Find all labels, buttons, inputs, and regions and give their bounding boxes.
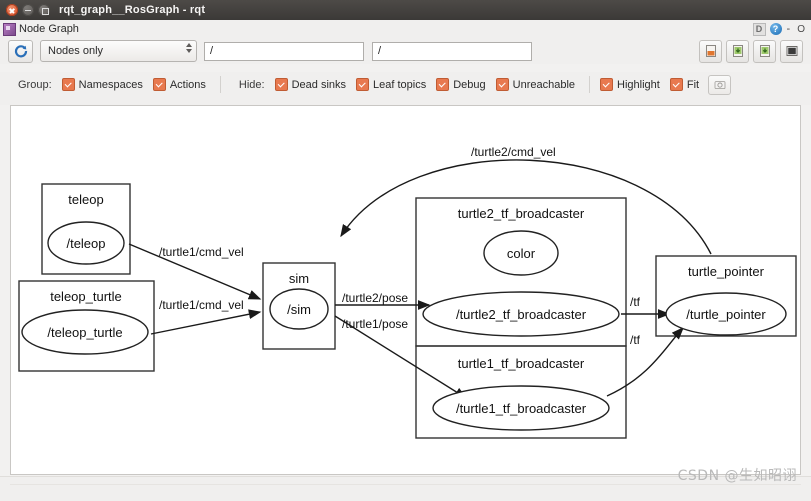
node-teleop-turtle-label: /teleop_turtle: [47, 325, 122, 340]
node-turtle-pointer-label: /turtle_pointer: [686, 307, 766, 322]
node-sim-label: /sim: [287, 302, 311, 317]
window-titlebar: rqt_graph__RosGraph - rqt: [0, 0, 811, 21]
graph-options-bar: Group: Namespaces Actions Hide: Dead sin…: [0, 72, 811, 97]
camera-icon: [714, 81, 726, 90]
edge-label-turtle1-cmd-vel-teleop: /turtle1/cmd_vel: [159, 245, 244, 259]
edge-label-turtle2-pose: /turtle2/pose: [342, 291, 408, 305]
toolbar-spacer: [0, 97, 811, 105]
edge-label-tf-1: /tf: [630, 295, 641, 309]
node-filter-input[interactable]: /: [372, 41, 532, 61]
window-close-button[interactable]: [6, 4, 18, 16]
node-turtle2-tf-broadcaster-label: /turtle2_tf_broadcaster: [456, 307, 587, 322]
check-icon: [600, 78, 614, 91]
cluster-sim-label: sim: [289, 271, 309, 286]
node-graph-panel-header: Node Graph D ? - O: [0, 20, 811, 39]
node-graph-icon: [3, 22, 16, 36]
image-icon: [786, 46, 797, 56]
window-title: rqt_graph__RosGraph - rqt: [59, 4, 206, 16]
panel-minimize-button[interactable]: -: [786, 23, 792, 35]
save-dot-icon: [732, 45, 743, 57]
file-open-icon: [705, 45, 716, 57]
help-icon[interactable]: ?: [769, 23, 782, 35]
checkbox-namespaces[interactable]: Namespaces: [61, 78, 143, 91]
checkbox-namespaces-label: Namespaces: [78, 78, 143, 91]
checkbox-unreachable[interactable]: Unreachable: [495, 78, 576, 91]
edge-turtle1-tf-pointer[interactable]: [606, 326, 684, 397]
checkbox-highlight-label: Highlight: [617, 78, 660, 91]
panel-close-button[interactable]: O: [795, 24, 807, 35]
screenshot-button[interactable]: [708, 74, 732, 95]
cluster-turtle2-tf-broadcaster-label: turtle2_tf_broadcaster: [458, 206, 585, 221]
divider: [589, 76, 591, 93]
checkbox-debug[interactable]: Debug: [436, 78, 486, 91]
save-dot-button[interactable]: [726, 39, 749, 63]
save-image-icon: [759, 45, 770, 57]
check-icon: [274, 78, 288, 91]
check-icon: [436, 78, 450, 91]
panel-header-controls: D ? - O: [752, 22, 807, 36]
checkbox-leaf-topics[interactable]: Leaf topics: [356, 78, 426, 91]
edge-label-turtle1-pose: /turtle1/pose: [342, 317, 408, 331]
checkbox-leaf-topics-label: Leaf topics: [373, 78, 427, 91]
cluster-teleop-turtle-label: teleop_turtle: [50, 289, 122, 304]
refresh-icon: [14, 45, 27, 58]
edge-teleop-turtle-sim[interactable]: [150, 309, 262, 335]
edge-label-tf-2: /tf: [630, 333, 641, 347]
rqt-window: rqt_graph__RosGraph - rqt Node Graph D ?…: [0, 0, 811, 501]
window-controls: [6, 4, 50, 16]
graph-toolbar: Nodes only / /: [0, 38, 811, 64]
check-icon: [669, 78, 683, 91]
edge-label-turtle2-cmd-vel: /turtle2/cmd_vel: [471, 145, 556, 159]
check-icon: [495, 78, 509, 91]
load-dot-button[interactable]: [699, 39, 722, 63]
ros-node-graph: teleop teleop_turtle sim turtle2_tf_broa…: [18, 145, 797, 439]
checkbox-dead-sinks-label: Dead sinks: [291, 78, 347, 91]
checkbox-actions[interactable]: Actions: [152, 78, 206, 91]
node-teleop-label: /teleop: [66, 236, 105, 251]
graph-filter-value: Nodes only: [48, 45, 104, 57]
check-icon: [61, 78, 75, 91]
checkbox-unreachable-label: Unreachable: [512, 78, 576, 91]
checkbox-actions-label: Actions: [169, 78, 206, 91]
spinner-arrows-icon: [186, 43, 192, 53]
graph-canvas[interactable]: teleop teleop_turtle sim turtle2_tf_broa…: [10, 105, 801, 475]
save-svg-button[interactable]: [780, 39, 803, 63]
node-color-label: color: [507, 246, 536, 261]
dock-icon[interactable]: D: [752, 22, 766, 36]
checkbox-highlight[interactable]: Highlight: [600, 78, 660, 91]
window-maximize-button[interactable]: [38, 4, 50, 16]
group-label: Group:: [18, 78, 52, 91]
window-minimize-button[interactable]: [22, 4, 34, 16]
checkbox-fit[interactable]: Fit: [669, 78, 700, 91]
check-icon: [152, 78, 166, 91]
cluster-turtle-pointer-label: turtle_pointer: [688, 264, 765, 279]
checkbox-dead-sinks[interactable]: Dead sinks: [274, 78, 347, 91]
graph-filter-select[interactable]: Nodes only: [40, 40, 197, 62]
cluster-turtle1-tf-broadcaster-label: turtle1_tf_broadcaster: [458, 356, 585, 371]
cluster-teleop-label: teleop: [68, 192, 103, 207]
panel-title: Node Graph: [19, 23, 79, 35]
refresh-button[interactable]: [8, 39, 33, 63]
divider: [219, 76, 221, 93]
checkbox-debug-label: Debug: [453, 78, 486, 91]
check-icon: [356, 78, 370, 91]
edge-label-turtle1-cmd-vel-teleop-turtle: /turtle1/cmd_vel: [159, 298, 244, 312]
watermark: CSDN @生如昭诩: [677, 468, 797, 484]
node-turtle1-tf-broadcaster-label: /turtle1_tf_broadcaster: [456, 401, 587, 416]
checkbox-fit-label: Fit: [686, 78, 700, 91]
topic-filter-input[interactable]: /: [204, 41, 364, 61]
hide-label: Hide:: [238, 78, 265, 91]
save-image-button[interactable]: [753, 39, 776, 63]
toolbar-action-buttons: [699, 39, 803, 63]
